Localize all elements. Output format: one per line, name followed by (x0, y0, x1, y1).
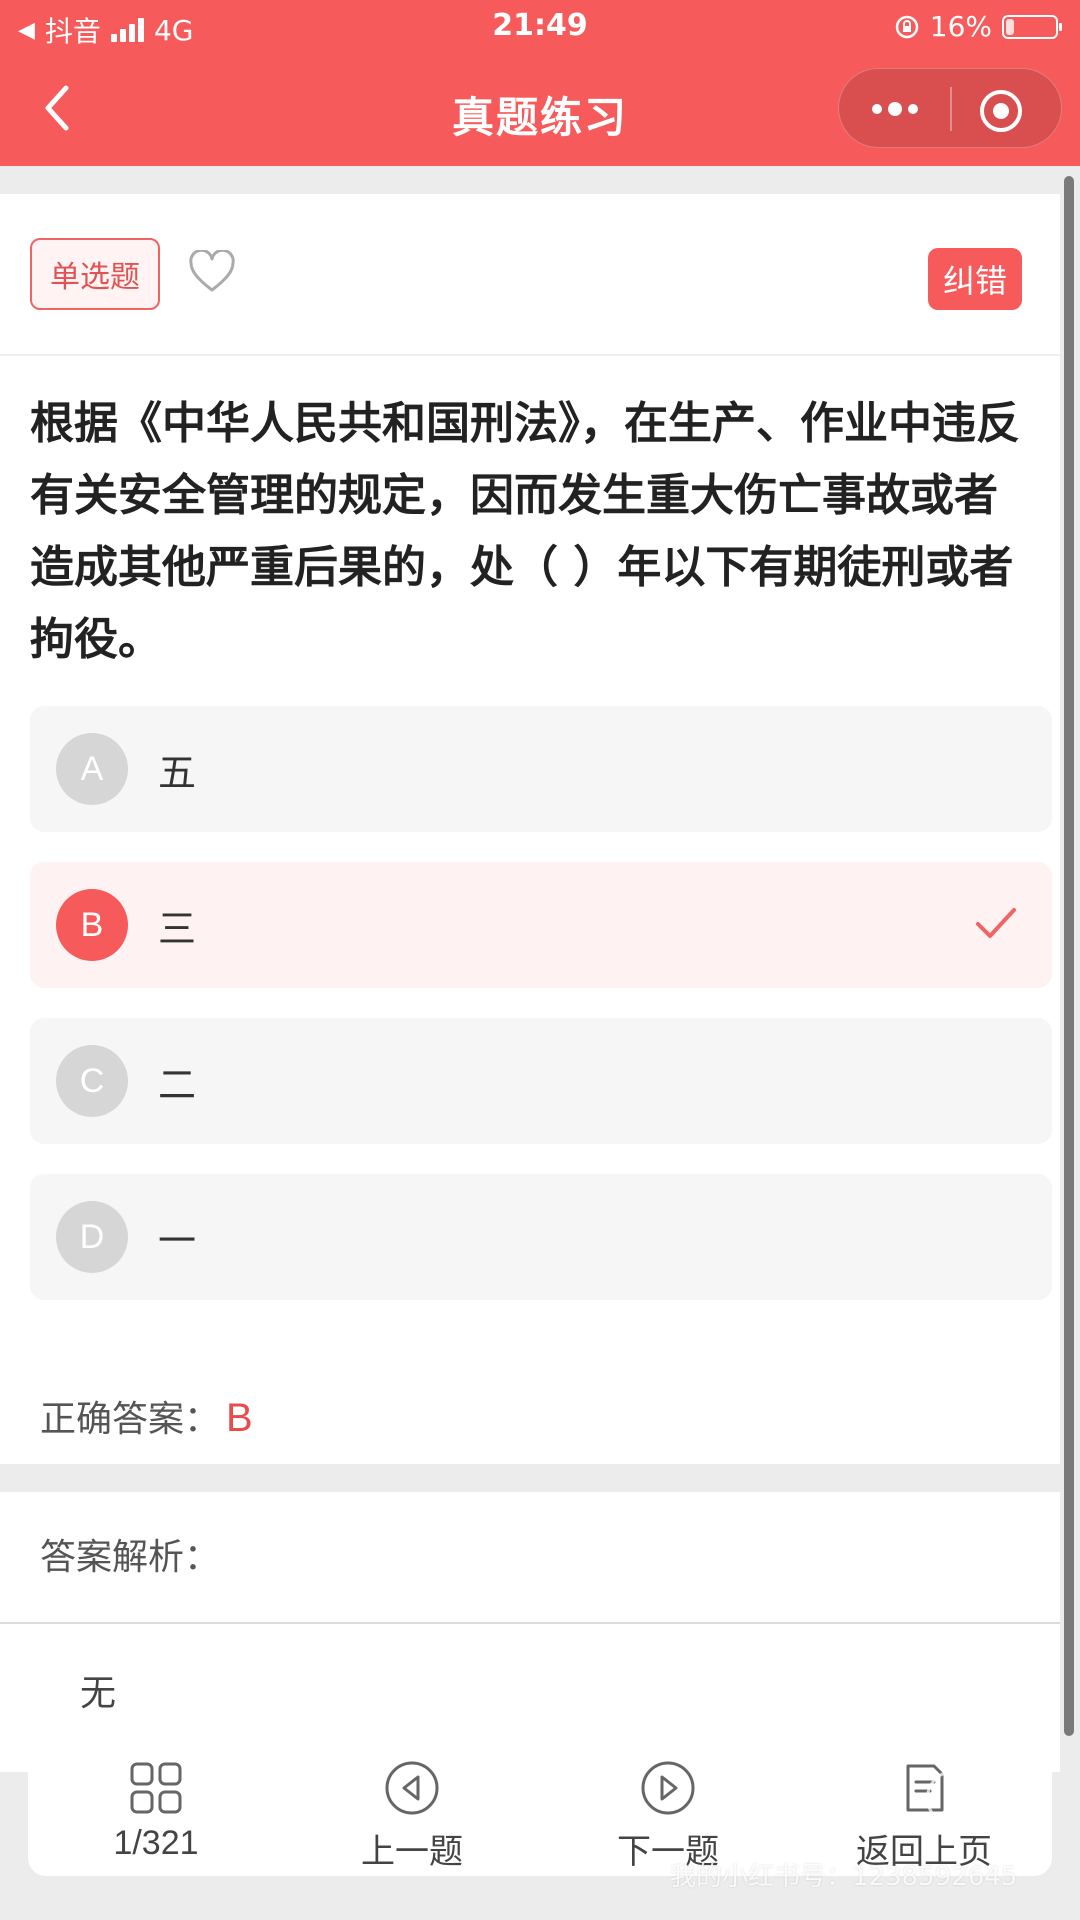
option-text: 一 (158, 1219, 197, 1263)
question-type-badge: 单选题 (30, 238, 160, 310)
capsule-divider (950, 87, 952, 131)
battery-icon (1002, 14, 1062, 39)
option-letter: B (56, 889, 128, 961)
more-dots-icon[interactable] (865, 89, 925, 129)
title-row: 真题练习 (0, 54, 1080, 166)
answer-label: 正确答案： (40, 1399, 221, 1440)
next-icon (641, 1761, 695, 1815)
battery-percent: 16% (929, 10, 992, 43)
rotation-lock-icon (895, 15, 919, 38)
grid-icon (130, 1762, 182, 1814)
analysis-content: 无 (80, 1673, 117, 1714)
analysis-section: 答案解析： 无 (0, 1492, 1060, 1772)
option-text: 五 (158, 751, 197, 795)
answer-value: B (226, 1396, 253, 1440)
option-b[interactable]: B 三 (30, 862, 1052, 988)
checkmark-icon (976, 908, 1016, 938)
close-target-icon[interactable] (977, 87, 1025, 135)
report-error-button[interactable]: 纠错 (928, 248, 1022, 310)
status-bar: ◀ 抖音 4G 21:49 16% (0, 0, 1080, 54)
question-text: 根据《中华人民共和国刑法》，在生产、作业中违反有关安全管理的规定，因而发生重大伤… (30, 398, 1020, 665)
scrollbar[interactable] (1064, 176, 1074, 1736)
analysis-divider (0, 1622, 1060, 1624)
option-text: 二 (158, 1063, 197, 1107)
option-letter: C (56, 1045, 128, 1117)
mini-program-capsule (838, 68, 1062, 148)
option-c[interactable]: C 二 (30, 1018, 1052, 1144)
correct-answer-row: 正确答案： B (40, 1390, 253, 1442)
question-card: 单选题 纠错 根据《中华人民共和国刑法》，在生产、作业中违反有关安全管理的规定，… (0, 194, 1060, 1464)
question-grid-button[interactable]: 1/321 (28, 1752, 284, 1876)
watermark-logo: 小红书 (926, 1770, 1034, 1826)
prev-question-button[interactable]: 上一题 (284, 1752, 540, 1876)
status-right: 16% (894, 10, 1062, 43)
option-d[interactable]: D 一 (30, 1174, 1052, 1300)
prev-icon (385, 1761, 439, 1815)
progress-label: 1/321 (113, 1824, 199, 1862)
option-a[interactable]: A 五 (30, 706, 1052, 832)
divider (0, 354, 1060, 356)
heart-icon[interactable] (188, 250, 236, 294)
option-letter: A (56, 733, 128, 805)
top-bar: ◀ 抖音 4G 21:49 16% 真题练习 (0, 0, 1080, 166)
options-list: A 五 B 三 C 二 D 一 (30, 706, 1052, 1330)
watermark-text: 我的小红书号：1238592645 (670, 1862, 1018, 1892)
battery-fill (1006, 18, 1014, 35)
analysis-label: 答案解析： (40, 1537, 221, 1578)
option-letter: D (56, 1201, 128, 1273)
prev-label: 上一题 (361, 1832, 463, 1872)
option-text: 三 (158, 907, 197, 951)
